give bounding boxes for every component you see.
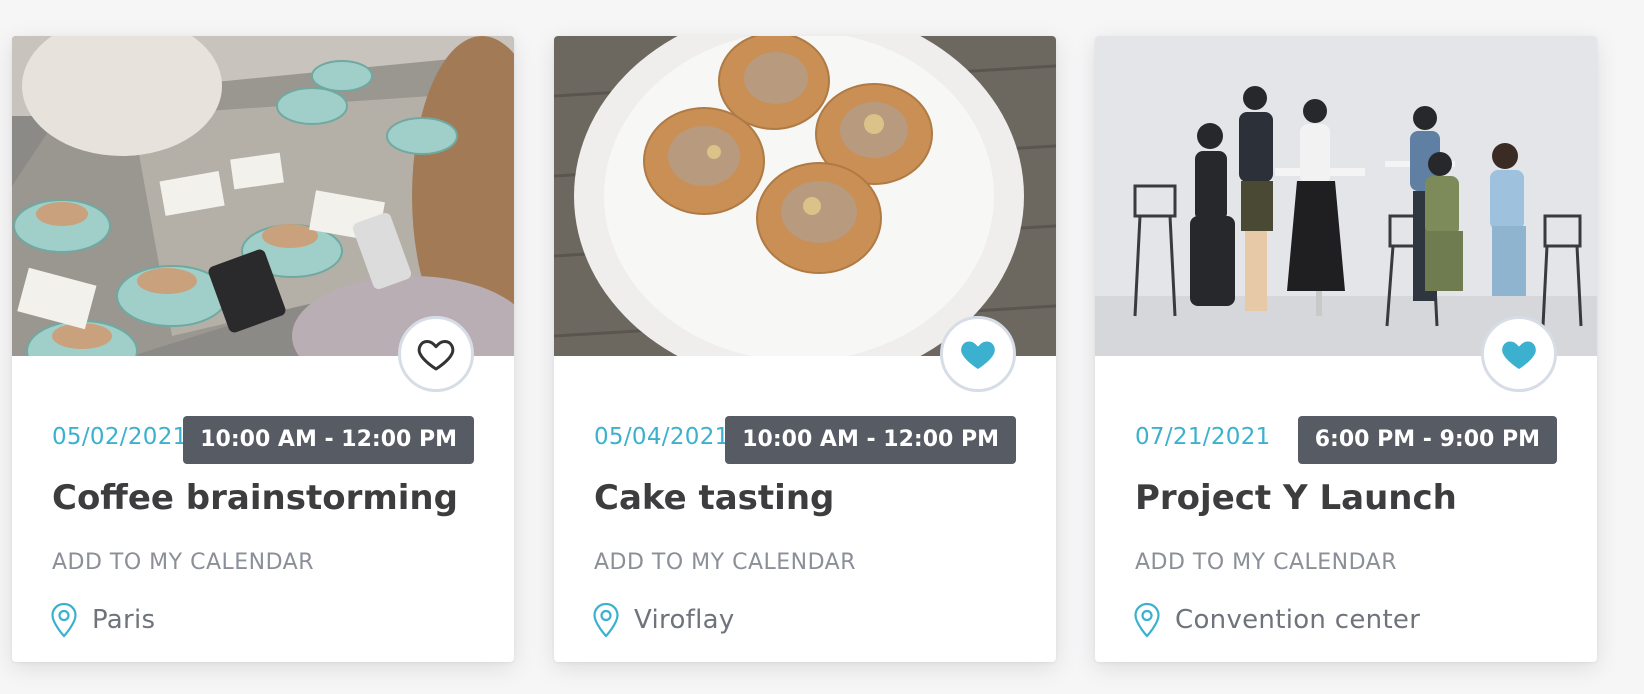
event-date: 05/04/2021 — [594, 424, 730, 450]
map-pin-icon — [593, 602, 619, 638]
event-time-badge: 6:00 PM - 9:00 PM — [1297, 416, 1557, 464]
add-to-calendar-link[interactable]: ADD TO MY CALENDAR — [594, 550, 856, 575]
add-to-calendar-link[interactable]: ADD TO MY CALENDAR — [1135, 550, 1397, 575]
event-card-list: 05/02/2021 10:00 AM - 12:00 PM Coffee br… — [0, 0, 1644, 694]
event-image-cookies — [554, 36, 1056, 356]
map-pin-icon — [1134, 602, 1160, 638]
event-date: 07/21/2021 — [1135, 424, 1271, 450]
favorite-button[interactable] — [940, 316, 1016, 392]
event-time-badge: 10:00 AM - 12:00 PM — [725, 416, 1016, 464]
event-location: Paris — [50, 602, 155, 638]
event-date: 05/02/2021 — [52, 424, 188, 450]
event-location-label: Convention center — [1175, 605, 1421, 635]
event-location-label: Viroflay — [634, 605, 735, 635]
event-card[interactable]: 07/21/2021 6:00 PM - 9:00 PM Project Y L… — [1095, 36, 1597, 662]
favorite-button[interactable] — [1481, 316, 1557, 392]
event-title: Project Y Launch — [1135, 478, 1457, 518]
favorite-button[interactable] — [398, 316, 474, 392]
event-title: Coffee brainstorming — [52, 478, 458, 518]
event-card[interactable]: 05/04/2021 10:00 AM - 12:00 PM Cake tast… — [554, 36, 1056, 662]
event-location: Viroflay — [592, 602, 735, 638]
heart-filled-icon — [1502, 341, 1536, 369]
event-time-badge: 10:00 AM - 12:00 PM — [183, 416, 474, 464]
event-image-coffee — [12, 36, 514, 356]
map-pin-icon — [51, 602, 77, 638]
event-image-team — [1095, 36, 1597, 356]
heart-outline-icon — [417, 340, 455, 371]
add-to-calendar-link[interactable]: ADD TO MY CALENDAR — [52, 550, 314, 575]
event-card[interactable]: 05/02/2021 10:00 AM - 12:00 PM Coffee br… — [12, 36, 514, 662]
event-title: Cake tasting — [594, 478, 835, 518]
heart-filled-icon — [961, 341, 995, 369]
event-location-label: Paris — [92, 605, 156, 635]
event-location: Convention center — [1133, 602, 1420, 638]
